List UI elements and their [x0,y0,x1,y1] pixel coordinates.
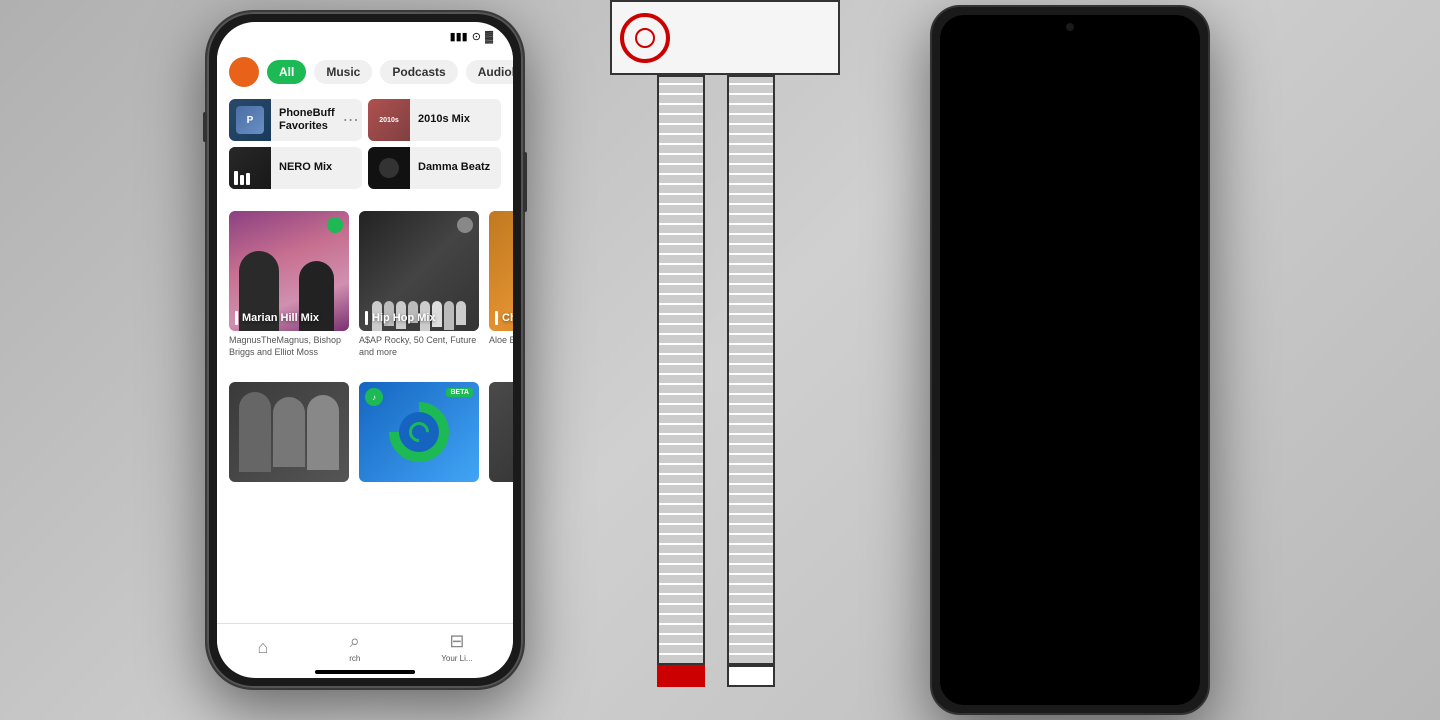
nav-home[interactable]: ⌂ [257,637,268,658]
filter-audiobooks-button[interactable]: Audiobooks [466,60,513,84]
mix-title: Hip Hop Mix [372,312,436,324]
user-avatar[interactable] [229,57,259,87]
section-top-mixes-header [217,197,513,211]
mix-thumbnail: Chill [489,211,513,331]
recent-grid: P PhoneBuffFavorites ⋯ 2010s 2010s Mix [217,95,513,197]
list-item[interactable]: ♪ BETA [359,382,479,482]
battery-base-left [657,665,705,687]
battery-meters: // Generate segments via JS after render [655,75,777,687]
battery-meter-left: // Generate segments via JS after render [655,75,707,687]
status-bar: ▮▮▮ ⊙ ▓ [217,22,513,47]
filter-podcasts-button[interactable]: Podcasts [380,60,457,84]
list-item[interactable]: 2010s 2010s Mix [368,99,501,141]
mix-label-overlay: Chill [495,311,513,325]
battery-meter-right [725,75,777,687]
samsung-front-camera [1066,23,1074,31]
list-item[interactable]: 🎵 Daily... [489,382,513,482]
mix-dot [457,217,473,233]
filter-all-button[interactable]: All [267,60,306,84]
iphone-power-button [523,152,527,212]
signal-icon: ▮▮▮ [450,30,468,43]
playlist-name: 2010s Mix [410,113,478,126]
timer-display [678,36,708,40]
iphone-volume-button [203,112,207,142]
timer-widget [610,0,840,75]
samsung-screen [940,15,1200,705]
title-bar-accent [365,311,368,325]
list-item[interactable]: Chill Aloe Bla... Kav Verh... [489,211,513,358]
left-device-label [0,0,90,720]
title-bar-accent [495,311,498,325]
list-item[interactable]: Damma Beatz [368,147,501,189]
mix-thumbnail: Hip Hop Mix [359,211,479,331]
search-icon: ⌕ [350,631,360,652]
mix-artists: A$AP Rocky, 50 Cent, Future and more [359,331,479,358]
mix-label-overlay: Marian Hill Mix [235,311,343,325]
playlist-thumbnail: 2010s [368,99,410,141]
playlist-name: PhoneBuffFavorites [271,107,343,133]
battery-base-right [727,665,775,687]
list-item[interactable]: NERO Mix [229,147,362,189]
wifi-icon: ⊙ [472,30,481,43]
samsung-device [930,5,1210,715]
mix-thumbnail: Marian Hill Mix [229,211,349,331]
made-for-list: ♪ BETA 🎵 [217,382,513,482]
mix-title-bar: Chill [495,311,513,325]
mix-title: Marian Hill Mix [242,312,319,324]
list-item[interactable] [229,382,349,482]
bottom-navigation: ⌂ ⌕ rch ⊟ Your Li... [217,623,513,678]
right-device-label [1350,0,1440,720]
more-icon[interactable]: ⋯ [343,110,362,130]
daily-icon-inner [399,412,439,452]
top-mixes-list: Marian Hill Mix MagnusTheMagnus, Bishop … [217,211,513,368]
nav-search[interactable]: ⌕ rch [349,631,360,663]
section-made-for-header [217,368,513,382]
samsung-side-button [1208,187,1210,247]
beta-badge: BETA [446,388,473,397]
iphone-device: ▮▮▮ ⊙ ▓ All Music Podcasts Audiobooks [205,10,525,690]
playlist-thumbnail [229,147,271,189]
battery-body-left: // Generate segments via JS after render [657,75,705,665]
daily-mix-icon [389,402,449,462]
filter-music-button[interactable]: Music [314,60,372,84]
list-item[interactable]: P PhoneBuffFavorites ⋯ [229,99,362,141]
battery-body-right [727,75,775,665]
playlist-thumbnail [368,147,410,189]
spotify-dot [327,217,343,233]
status-icons: ▮▮▮ ⊙ ▓ [450,30,493,43]
spotify-logo: ♪ [365,388,383,406]
filter-row: All Music Podcasts Audiobooks [217,47,513,95]
playlist-thumbnail: ♪ BETA [359,382,479,482]
nav-label: rch [349,654,360,663]
iphone-container: ▮▮▮ ⊙ ▓ All Music Podcasts Audiobooks [90,0,640,720]
battery-red-base [657,665,705,687]
mix-title-bar: Marian Hill Mix [235,311,343,325]
home-icon: ⌂ [257,637,268,658]
mix-label-overlay: Hip Hop Mix [365,311,473,325]
timer-icon [620,13,670,63]
playlist-name: NERO Mix [271,161,340,174]
iphone-screen: ▮▮▮ ⊙ ▓ All Music Podcasts Audiobooks [217,22,513,678]
battery-zero-label [729,667,773,685]
battery-icon: ▓ [485,31,493,43]
playlist-thumbnail: 🎵 Daily... [489,382,513,482]
playlist-thumbnail: P [229,99,271,141]
battery-fill-pattern [729,77,773,663]
list-item[interactable]: Hip Hop Mix A$AP Rocky, 50 Cent, Future … [359,211,479,358]
home-indicator-bar [315,670,415,674]
mix-artists: Aloe Bla... Kav Verh... [489,331,513,347]
battery-fill-pattern [659,77,703,663]
playlist-name: Damma Beatz [410,161,498,174]
list-item[interactable]: Marian Hill Mix MagnusTheMagnus, Bishop … [229,211,349,358]
library-icon: ⊟ [449,631,464,652]
title-bar-accent [235,311,238,325]
mix-artists: MagnusTheMagnus, Bishop Briggs and Ellio… [229,331,349,358]
mix-title: Chill [502,312,513,324]
samsung-container [895,0,1245,720]
nav-label: Your Li... [441,654,472,663]
mix-title-bar: Hip Hop Mix [365,311,473,325]
playlist-thumbnail [229,382,349,482]
app-content: All Music Podcasts Audiobooks P PhoneBuf… [217,47,513,671]
nav-library[interactable]: ⊟ Your Li... [441,631,472,663]
